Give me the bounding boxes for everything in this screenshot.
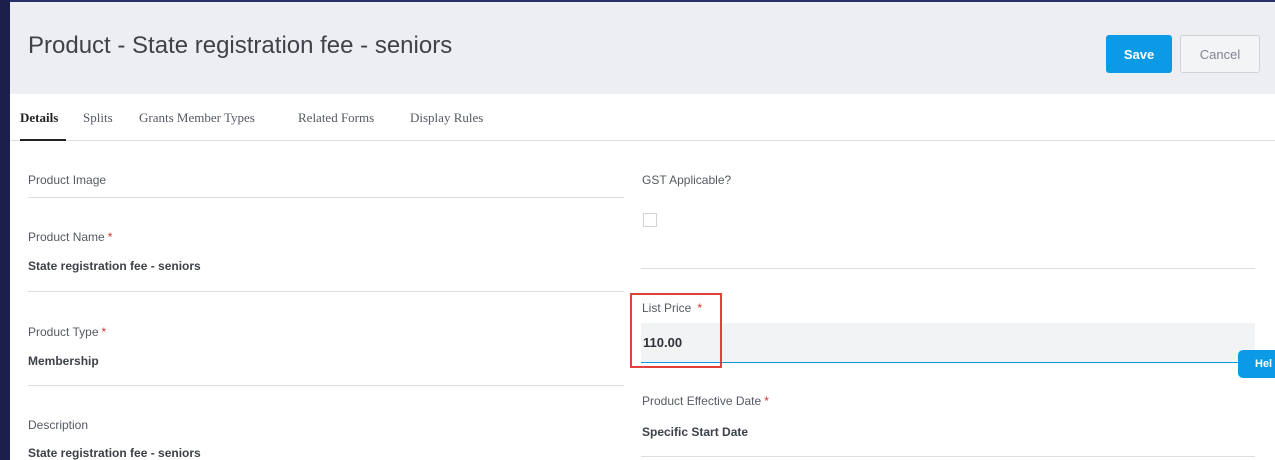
page-title: Product - State registration fee - senio… — [28, 32, 453, 59]
product-image-label: Product Image — [28, 173, 107, 187]
product-name-label-text: Product Name — [28, 230, 105, 244]
product-name-value[interactable]: State registration fee - seniors — [28, 259, 201, 273]
divider — [28, 291, 624, 292]
gst-applicable-checkbox[interactable] — [643, 213, 657, 227]
divider — [641, 268, 1255, 269]
product-type-label: Product Type * — [28, 325, 106, 339]
save-button[interactable]: Save — [1106, 35, 1172, 73]
list-price-label: List Price * — [642, 301, 702, 315]
product-type-value[interactable]: Membership — [28, 354, 99, 368]
description-label: Description — [28, 418, 89, 432]
active-tab-indicator — [20, 139, 66, 141]
effective-date-value[interactable]: Specific Start Date — [642, 425, 748, 439]
tab-display-rules[interactable]: Display Rules — [410, 110, 483, 126]
required-marker: * — [697, 301, 703, 315]
list-price-input[interactable] — [641, 323, 1255, 363]
left-border — [0, 0, 10, 460]
tab-splits[interactable]: Splits — [83, 110, 113, 126]
required-marker: * — [101, 325, 107, 339]
effective-date-label: Product Effective Date * — [642, 394, 769, 408]
cancel-button[interactable]: Cancel — [1180, 35, 1260, 73]
tab-grants-member-types[interactable]: Grants Member Types — [139, 110, 255, 126]
product-name-label: Product Name * — [28, 230, 112, 244]
gst-applicable-label: GST Applicable? — [642, 173, 732, 187]
description-value[interactable]: State registration fee - seniors — [28, 446, 201, 460]
tab-related-forms[interactable]: Related Forms — [298, 110, 374, 126]
page-header: Product - State registration fee - senio… — [10, 2, 1275, 94]
help-button[interactable]: Hel — [1238, 350, 1275, 378]
divider — [28, 197, 624, 198]
effective-date-label-text: Product Effective Date — [642, 394, 762, 408]
product-editor-window: Product - State registration fee - senio… — [0, 0, 1275, 460]
required-marker: * — [107, 230, 113, 244]
divider — [28, 385, 624, 386]
tab-details[interactable]: Details — [20, 110, 58, 126]
product-type-label-text: Product Type — [28, 325, 99, 339]
list-price-label-text: List Price — [642, 301, 692, 315]
tab-bar: Details Splits Grants Member Types Relat… — [10, 94, 1275, 141]
required-marker: * — [764, 394, 769, 408]
divider — [641, 456, 1255, 457]
